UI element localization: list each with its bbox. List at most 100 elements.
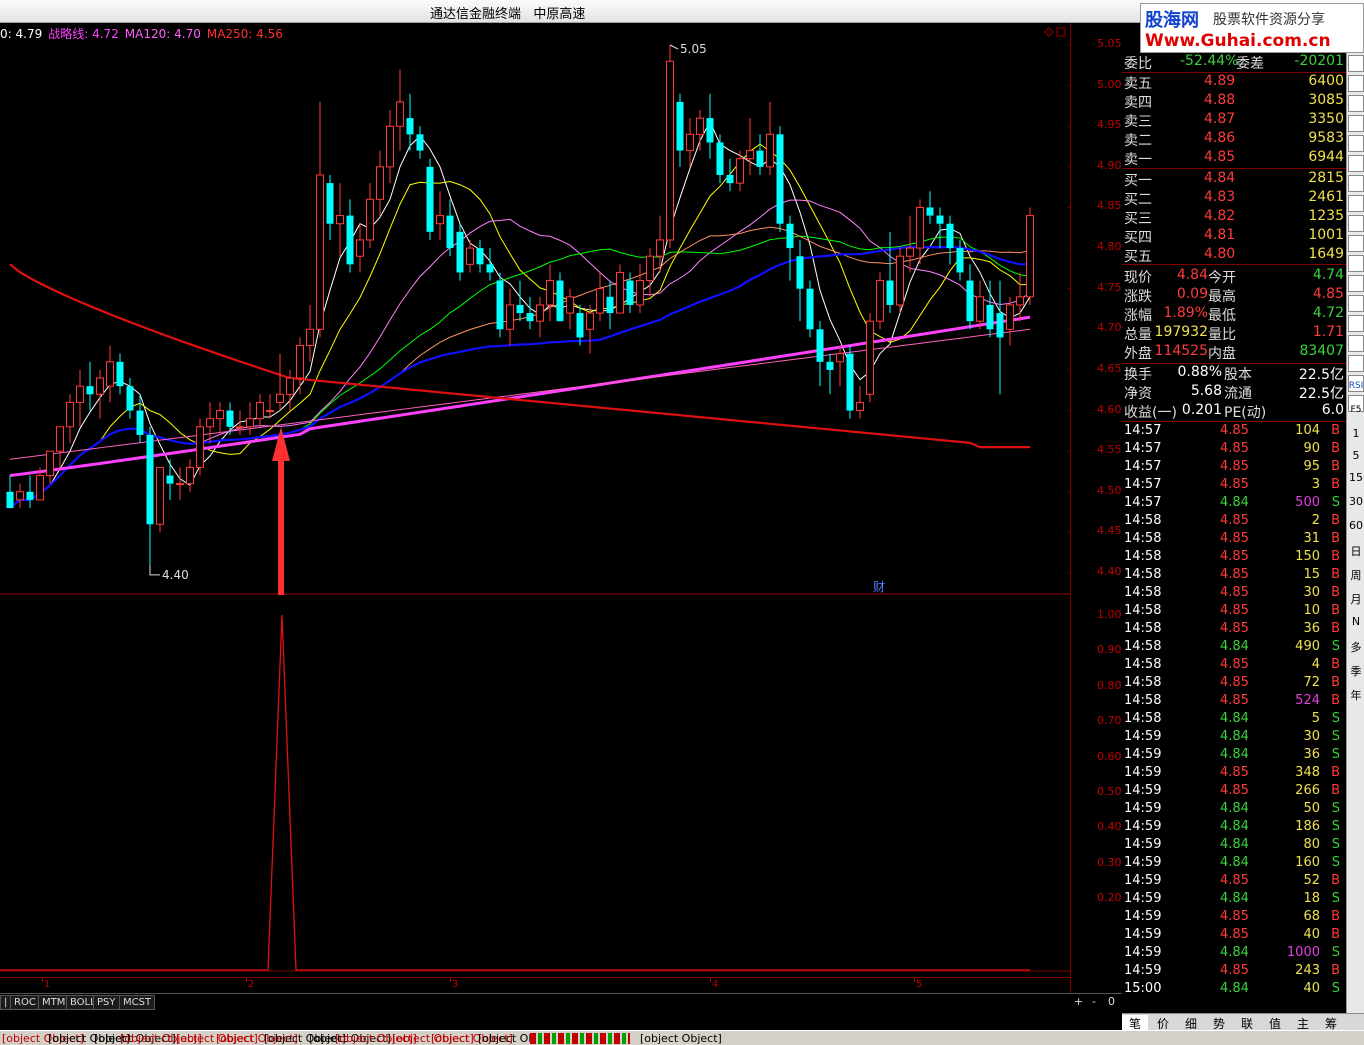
candle-body[interactable] bbox=[406, 118, 414, 135]
candle-body[interactable] bbox=[936, 215, 944, 224]
candle-body[interactable] bbox=[696, 117, 704, 135]
candle-body[interactable] bbox=[96, 377, 104, 395]
candle-body[interactable] bbox=[116, 361, 124, 387]
candle-body[interactable] bbox=[186, 466, 194, 485]
candle-body[interactable] bbox=[646, 255, 654, 282]
candle-body[interactable] bbox=[1016, 296, 1024, 306]
candle-body[interactable] bbox=[796, 256, 804, 289]
toolbar-chart-icon[interactable] bbox=[1348, 335, 1364, 352]
candle-body[interactable] bbox=[376, 166, 384, 200]
candle-body[interactable] bbox=[986, 304, 994, 330]
toolbar-period-5[interactable]: 5 bbox=[1348, 449, 1364, 466]
candle-body[interactable] bbox=[576, 313, 584, 338]
candle-body[interactable] bbox=[806, 288, 814, 330]
toolbar-chart-icon[interactable] bbox=[1348, 215, 1364, 232]
toolbar-chart-icon[interactable] bbox=[1348, 275, 1364, 292]
candle-body[interactable] bbox=[526, 313, 534, 322]
toolbar-chart-icon[interactable] bbox=[1348, 315, 1364, 332]
candle-body[interactable] bbox=[756, 150, 764, 167]
candle-body[interactable] bbox=[176, 483, 184, 486]
candle-body[interactable] bbox=[76, 385, 84, 403]
toolbar-period-季[interactable]: 季 bbox=[1348, 663, 1364, 680]
candle-body[interactable] bbox=[86, 386, 94, 395]
candle-body[interactable] bbox=[416, 134, 424, 151]
zoom-out-button[interactable]: - bbox=[1092, 995, 1096, 1008]
detail-tab-5[interactable]: 值 bbox=[1262, 1015, 1288, 1031]
candle-body[interactable] bbox=[716, 142, 724, 175]
candle-body[interactable] bbox=[766, 133, 774, 168]
detail-tab-6[interactable]: 主 bbox=[1290, 1015, 1316, 1031]
candle-body[interactable] bbox=[736, 158, 744, 184]
candle-body[interactable] bbox=[496, 280, 504, 330]
toolbar-period-周[interactable]: 周 bbox=[1348, 567, 1364, 584]
toolbar-period-15[interactable]: 15 bbox=[1348, 471, 1364, 488]
detail-tab-0[interactable]: 笔 bbox=[1122, 1015, 1148, 1031]
toolbar-chart-icon[interactable] bbox=[1348, 75, 1364, 92]
candle-body[interactable] bbox=[466, 247, 474, 265]
candle-body[interactable] bbox=[486, 264, 494, 273]
toolbar-period-RSI[interactable]: RSI bbox=[1348, 381, 1364, 398]
candle-body[interactable] bbox=[106, 361, 114, 387]
candle-body[interactable] bbox=[126, 386, 134, 411]
candle-body[interactable] bbox=[816, 329, 824, 362]
candle-body[interactable] bbox=[156, 466, 164, 525]
candle-body[interactable] bbox=[136, 410, 144, 435]
candle-body[interactable] bbox=[886, 280, 894, 305]
candle-body[interactable] bbox=[236, 426, 244, 429]
candle-body[interactable] bbox=[616, 271, 624, 314]
toolbar-period-30[interactable]: 30 bbox=[1348, 495, 1364, 512]
candle-body[interactable] bbox=[636, 280, 644, 306]
candle-body[interactable] bbox=[436, 215, 444, 225]
candle-body[interactable] bbox=[586, 312, 594, 330]
candle-body[interactable] bbox=[66, 401, 74, 428]
candle-body[interactable] bbox=[996, 313, 1004, 338]
candle-body[interactable] bbox=[296, 345, 304, 379]
candle-body[interactable] bbox=[316, 174, 324, 330]
candle-body[interactable] bbox=[426, 166, 434, 232]
candle-body[interactable] bbox=[846, 353, 854, 411]
candle-body[interactable] bbox=[686, 133, 694, 152]
candle-body[interactable] bbox=[866, 320, 874, 395]
toolbar-chart-icon[interactable] bbox=[1348, 255, 1364, 272]
candle-body[interactable] bbox=[746, 150, 754, 160]
candle-body[interactable] bbox=[506, 304, 514, 330]
detail-tab-4[interactable]: 联 bbox=[1234, 1015, 1260, 1031]
indicator-chart[interactable] bbox=[0, 597, 1070, 977]
detail-tab-7[interactable]: 筹 bbox=[1318, 1015, 1344, 1031]
candle-body[interactable] bbox=[346, 215, 354, 265]
candle-body[interactable] bbox=[166, 475, 174, 484]
candle-body[interactable] bbox=[256, 401, 264, 420]
candle-body[interactable] bbox=[366, 198, 374, 241]
toolbar-chart-icon[interactable] bbox=[1348, 135, 1364, 152]
candle-body[interactable] bbox=[566, 296, 574, 314]
toolbar-chart-icon[interactable] bbox=[1348, 295, 1364, 312]
candle-body[interactable] bbox=[6, 491, 14, 509]
candle-body[interactable] bbox=[36, 475, 44, 501]
candle-body[interactable] bbox=[676, 101, 684, 151]
candle-body[interactable] bbox=[826, 361, 834, 370]
toolbar-period-多[interactable]: 多 bbox=[1348, 639, 1364, 656]
candle-body[interactable] bbox=[386, 125, 394, 168]
candle-body[interactable] bbox=[966, 280, 974, 322]
candle-body[interactable] bbox=[876, 280, 884, 322]
toolbar-period-1[interactable]: 1 bbox=[1348, 427, 1364, 444]
toolbar-chart-icon[interactable] bbox=[1348, 115, 1364, 132]
candle-body[interactable] bbox=[546, 280, 554, 306]
candle-body[interactable] bbox=[776, 134, 784, 224]
candle-body[interactable] bbox=[956, 248, 964, 273]
indicator-tab-mcst[interactable]: MCST bbox=[119, 995, 156, 1010]
toolbar-period-N[interactable]: N bbox=[1348, 615, 1364, 632]
candle-body[interactable] bbox=[56, 426, 64, 452]
candle-body[interactable] bbox=[596, 288, 604, 314]
toolbar-chart-icon[interactable] bbox=[1348, 175, 1364, 192]
candle-body[interactable] bbox=[516, 304, 524, 314]
toolbar-period-F5[interactable]: F5 bbox=[1348, 405, 1364, 422]
detail-tab-2[interactable]: 细 bbox=[1178, 1015, 1204, 1031]
candle-body[interactable] bbox=[16, 491, 24, 501]
toolbar-period-60[interactable]: 60 bbox=[1348, 519, 1364, 536]
toolbar-period-年[interactable]: 年 bbox=[1348, 687, 1364, 704]
candle-body[interactable] bbox=[896, 255, 904, 306]
candle-body[interactable] bbox=[906, 247, 914, 257]
finance-marker[interactable]: 财 bbox=[873, 580, 885, 594]
toolbar-chart-icon[interactable] bbox=[1348, 235, 1364, 252]
